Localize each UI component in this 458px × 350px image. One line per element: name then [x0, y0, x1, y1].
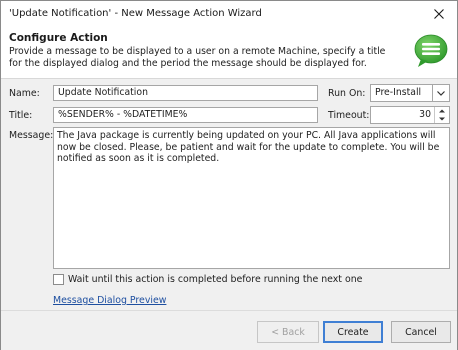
page-heading: Configure Action	[9, 32, 108, 44]
wizard-footer: < Back Create Cancel	[1, 310, 457, 350]
name-input[interactable]: Update Notification	[53, 85, 318, 101]
run-on-value: Pre-Install	[375, 87, 422, 98]
window-title: 'Update Notification' - New Message Acti…	[9, 8, 262, 19]
wizard-window: 'Update Notification' - New Message Acti…	[0, 0, 458, 350]
wait-checkbox[interactable]	[53, 274, 64, 285]
spin-down-icon[interactable]	[435, 115, 449, 123]
wizard-header: Configure Action Provide a message to be…	[1, 27, 457, 77]
back-button[interactable]: < Back	[257, 321, 319, 343]
create-button[interactable]: Create	[323, 321, 383, 343]
timeout-value: 30	[419, 109, 431, 120]
message-label: Message:	[9, 130, 54, 141]
title-label: Title:	[9, 110, 33, 121]
message-preview-link[interactable]: Message Dialog Preview	[53, 295, 166, 306]
name-label: Name:	[9, 88, 40, 99]
run-on-select[interactable]: Pre-Install	[370, 84, 450, 102]
message-textarea[interactable]: The Java package is currently being upda…	[53, 127, 450, 269]
wait-checkbox-label[interactable]: Wait until this action is completed befo…	[68, 274, 362, 285]
timeout-label: Timeout:	[328, 110, 370, 121]
cancel-button[interactable]: Cancel	[391, 321, 451, 343]
title-bar: 'Update Notification' - New Message Acti…	[1, 1, 457, 27]
timeout-stepper[interactable]: 30	[370, 106, 450, 124]
timeout-spin-buttons	[434, 107, 449, 123]
spin-up-icon[interactable]	[435, 107, 449, 115]
close-button[interactable]	[421, 1, 457, 27]
close-icon	[434, 9, 444, 19]
title-input[interactable]: %SENDER% - %DATETIME%	[53, 107, 318, 123]
run-on-label: Run On:	[328, 88, 366, 99]
form-area: Name: Update Notification Run On: Pre-In…	[1, 79, 457, 310]
page-description: Provide a message to be displayed to a u…	[9, 46, 386, 69]
message-bubble-icon	[414, 34, 448, 67]
chevron-down-icon[interactable]	[432, 85, 449, 101]
